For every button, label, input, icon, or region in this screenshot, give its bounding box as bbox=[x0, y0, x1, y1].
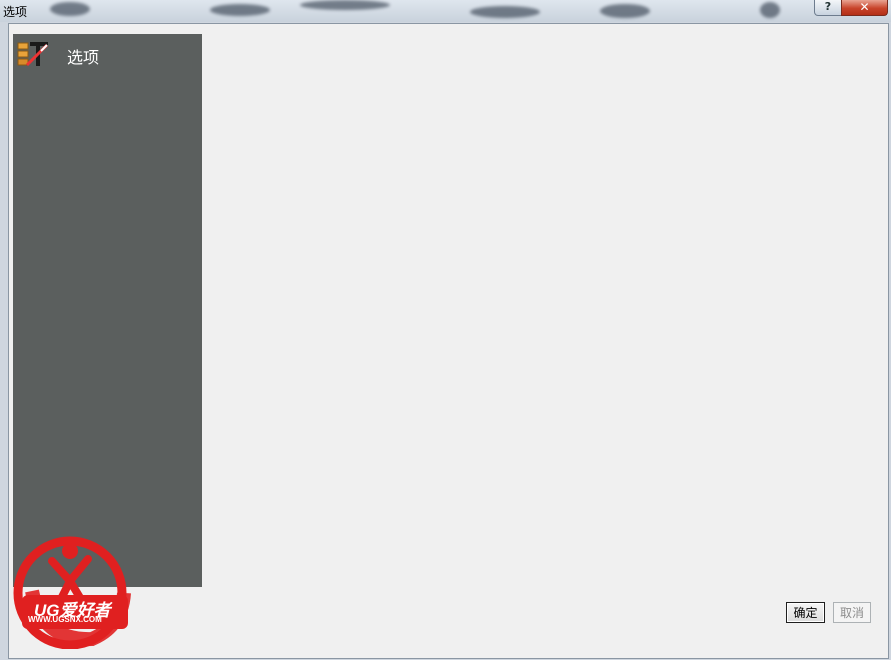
close-button[interactable]: ✕ bbox=[841, 0, 888, 16]
background-ink-stroke bbox=[470, 6, 540, 18]
background-ink-stroke bbox=[600, 4, 650, 18]
window-title: 选项 bbox=[3, 5, 28, 19]
background-ink-stroke bbox=[760, 2, 780, 18]
dialog-client-area: 选项 bbox=[8, 23, 889, 659]
ok-button[interactable]: 确定 bbox=[786, 602, 825, 623]
background-ink-stroke bbox=[210, 4, 270, 16]
watermark-logo bbox=[13, 536, 131, 649]
settings-tool-icon bbox=[17, 42, 49, 67]
help-button[interactable]: ? bbox=[814, 0, 842, 16]
title-bar[interactable]: 选项 ? ✕ bbox=[0, 0, 891, 22]
sidebar-item-label: 选项 bbox=[67, 48, 100, 67]
cancel-button[interactable]: 取消 bbox=[833, 602, 871, 623]
watermark-url: WWW.UGSNX.COM bbox=[28, 615, 102, 624]
sidebar-item-options[interactable]: 选项 bbox=[17, 38, 197, 68]
options-sidebar: 选项 bbox=[13, 34, 202, 587]
background-ink-stroke bbox=[50, 2, 90, 16]
background-ink-stroke bbox=[300, 0, 390, 10]
